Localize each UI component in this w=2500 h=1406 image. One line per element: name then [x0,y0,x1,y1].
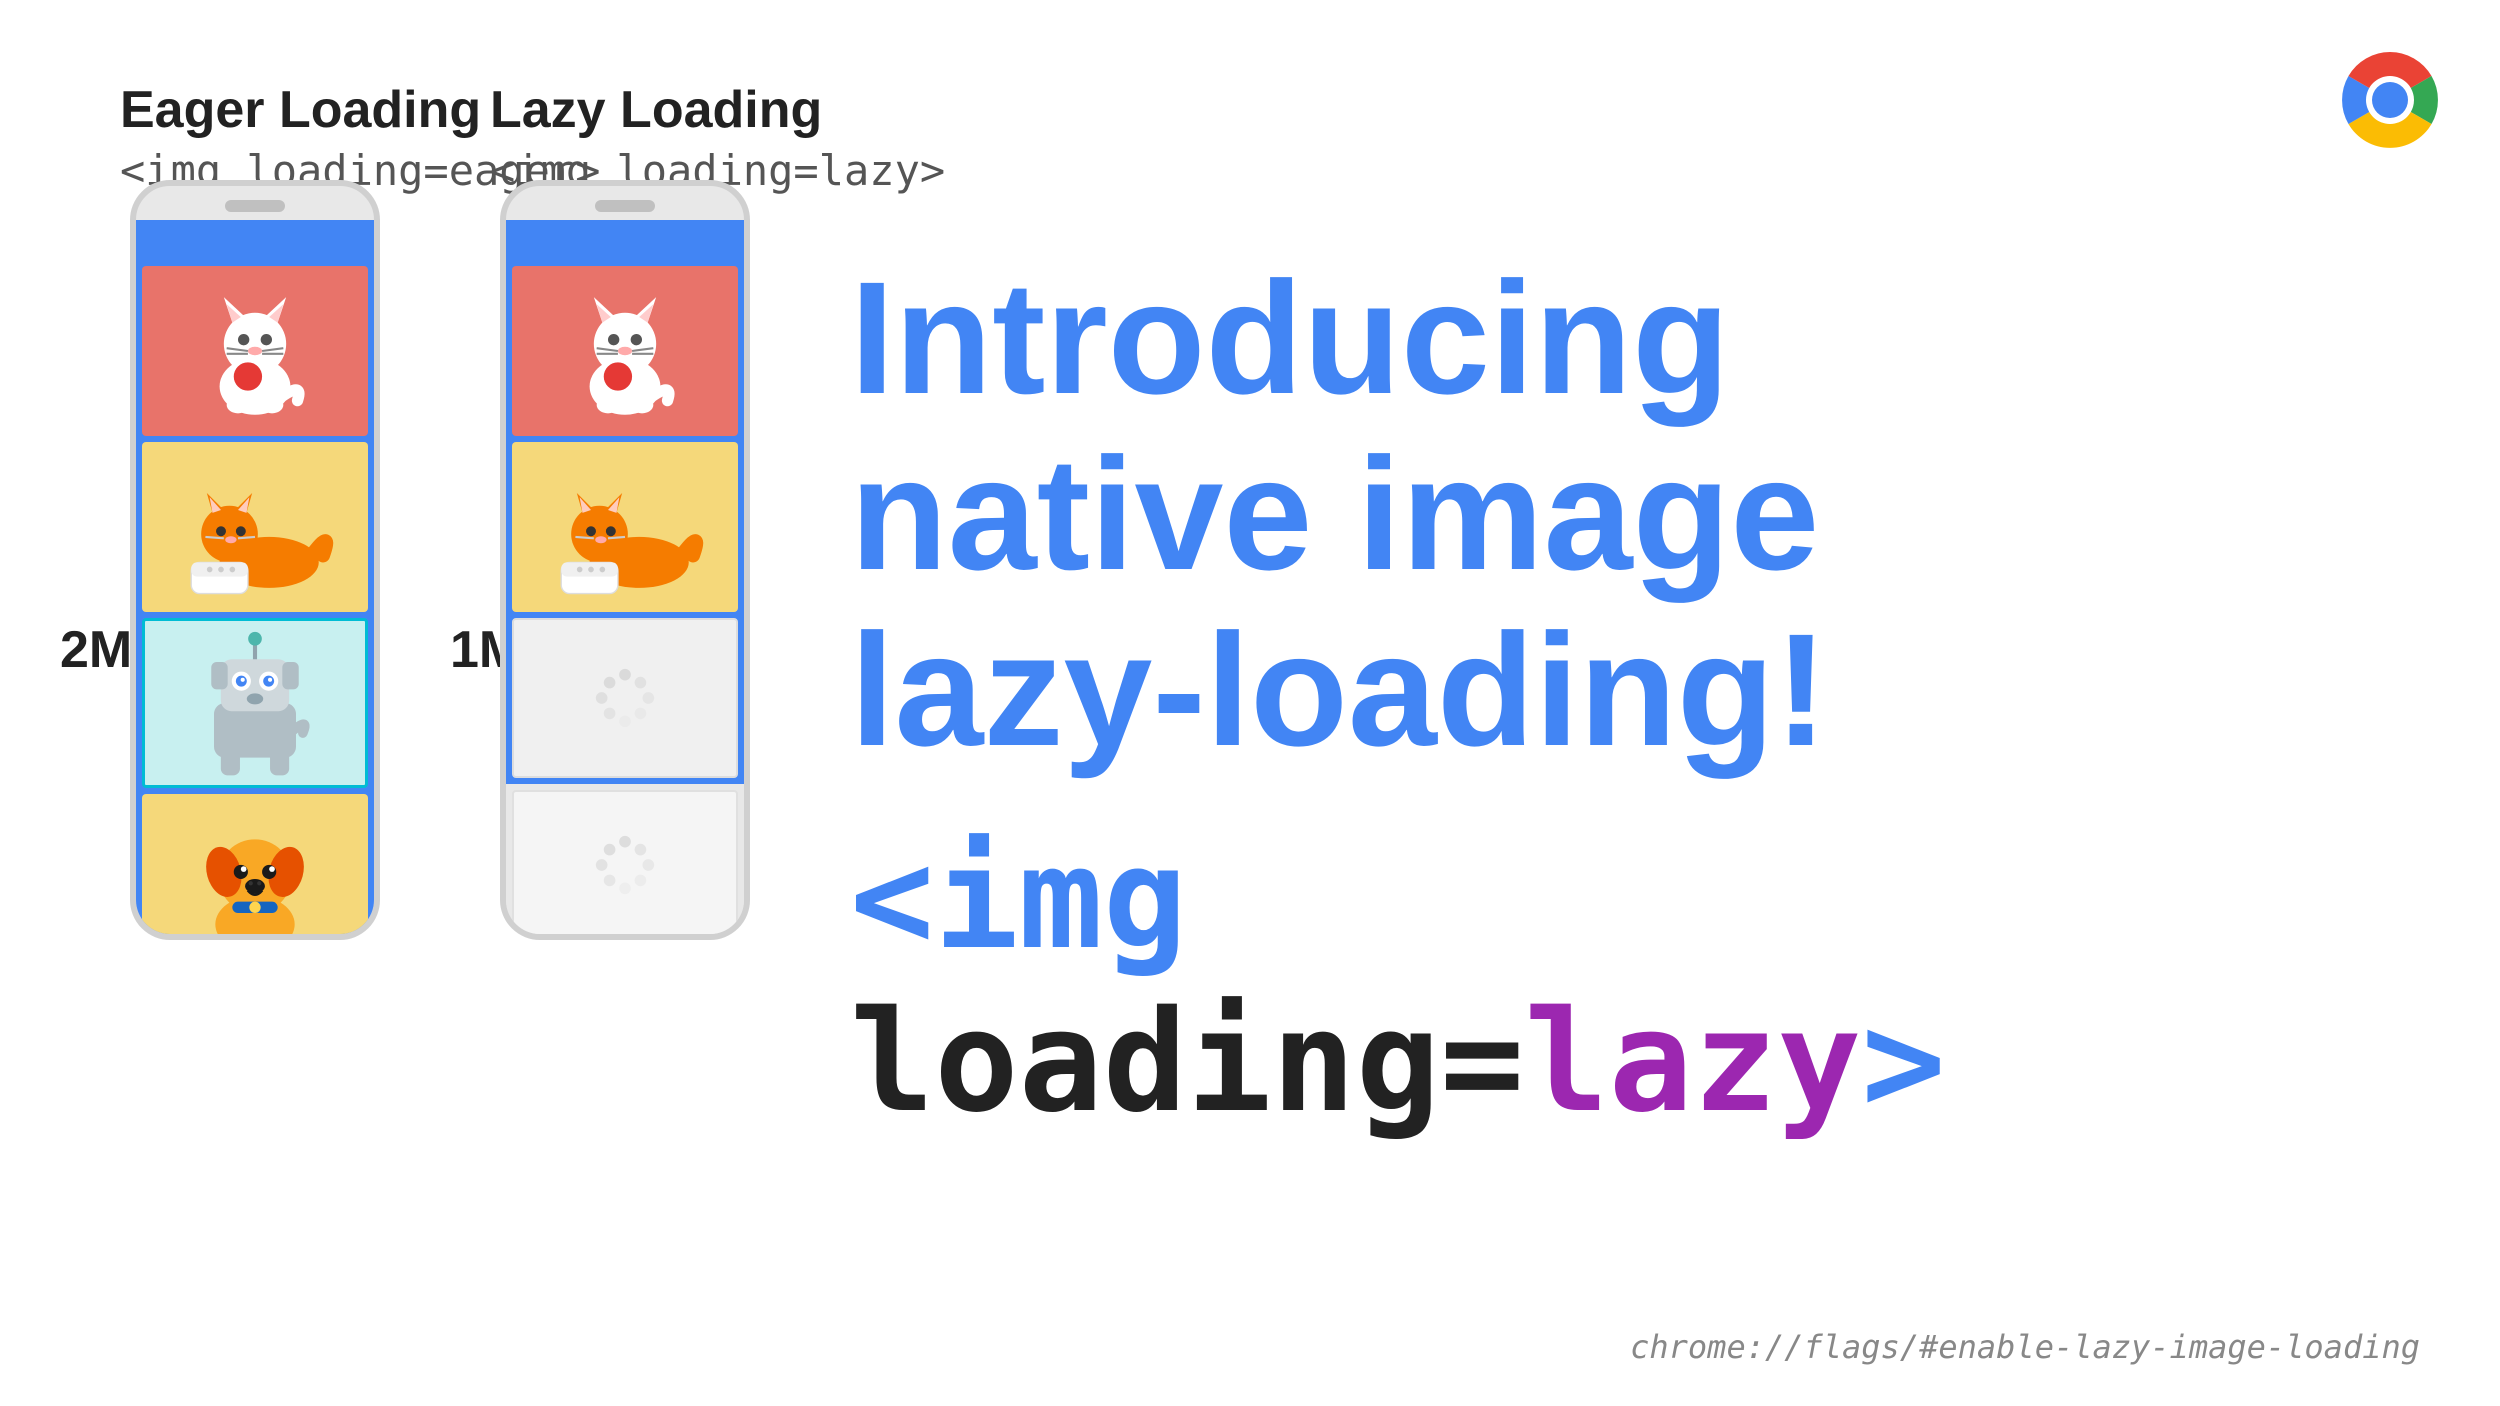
lazy-title: Lazy Loading [490,80,945,140]
code-value: lazy [1524,981,1861,1144]
right-text-section: Introducing native image lazy-loading! <… [850,250,2350,1144]
robot-dog-icon [145,621,365,785]
phone-speaker [225,200,285,212]
lazy-phone-browser-bar [506,220,744,260]
lazy-below-viewport [506,784,744,940]
introducing-text: Introducing native image lazy-loading! [850,250,2350,778]
phone-lazy-content [506,260,744,784]
lazy-card-4-loading [512,790,738,940]
golden-dog-icon [142,794,368,940]
lazy-white-cat-icon [512,266,738,436]
eager-card-2 [142,442,368,612]
code-attr: loading= [850,981,1524,1144]
lazy-card-3-loading [512,618,738,778]
phone-eager-content [136,260,374,940]
chrome-logo [2330,40,2450,160]
lazy-phone [500,180,750,940]
flags-url: chrome://flags/#enable-lazy-image-loadin… [1630,1328,2420,1366]
spinner-1-icon [590,663,660,733]
code-example: <img loading=lazy> [850,818,2350,1144]
lazy-phone-speaker [595,200,655,212]
lazy-card-1 [512,266,738,436]
spinner-2-icon [590,830,660,900]
eager-card-4 [142,794,368,940]
orange-cat-icon [142,442,368,612]
phone-browser-bar [136,220,374,260]
eager-phone [130,180,380,940]
code-bracket-close: > [1861,981,1945,1144]
white-cat-icon [142,266,368,436]
eager-card-1 [142,266,368,436]
lazy-orange-cat-icon [512,442,738,612]
lazy-card-2 [512,442,738,612]
code-bracket-open: <img [850,818,1187,981]
eager-card-3 [142,618,368,788]
